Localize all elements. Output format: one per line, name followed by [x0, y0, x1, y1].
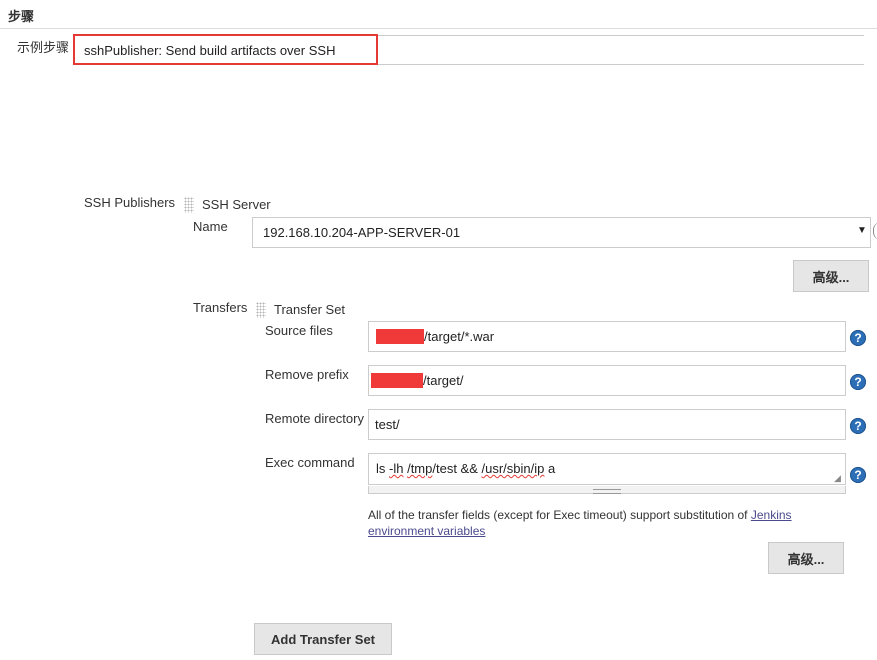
ssh-server-header: SSH Server — [202, 197, 271, 212]
cmd-part: a — [544, 461, 556, 476]
drag-handle-icon[interactable] — [256, 302, 266, 318]
cmd-part: /tmp — [407, 461, 433, 476]
ssh-publishers-label: SSH Publishers — [84, 195, 176, 210]
help-icon[interactable]: ? — [850, 374, 866, 390]
resize-corner-icon[interactable]: ◢ — [834, 473, 841, 484]
note-text: All of the transfer fields (except for E… — [368, 508, 751, 522]
redaction-block — [371, 373, 423, 388]
help-icon[interactable]: ? — [850, 418, 866, 434]
substitution-note: All of the transfer fields (except for E… — [368, 507, 828, 539]
remote-directory-label: Remote directory — [265, 411, 364, 426]
sample-step-value: sshPublisher: Send build artifacts over … — [84, 43, 336, 58]
transfers-label: Transfers — [193, 300, 248, 315]
remote-directory-value: test/ — [375, 417, 400, 432]
cmd-part: ls — [376, 461, 389, 476]
cmd-part: /usr/sbin/ip — [481, 461, 545, 476]
cmd-part: /test && — [432, 461, 482, 476]
cmd-part: -lh — [389, 461, 404, 476]
remove-prefix-value: /target/ — [423, 373, 464, 388]
remote-directory-input[interactable] — [368, 409, 846, 440]
dropdown-arrow-icon[interactable]: ▼ — [857, 225, 867, 236]
env-variables-link[interactable]: environment variables — [368, 524, 485, 538]
help-icon-clipped — [873, 222, 877, 240]
exec-command-value: ls -lh /tmp/test && /usr/sbin/ip a — [376, 461, 555, 476]
transfer-set-header: Transfer Set — [274, 302, 346, 317]
jenkins-link[interactable]: Jenkins — [751, 508, 792, 522]
add-transfer-set-button[interactable]: Add Transfer Set — [254, 623, 392, 655]
section-divider — [0, 28, 877, 29]
server-name-value: 192.168.10.204-APP-SERVER-01 — [263, 225, 461, 240]
sample-step-label: 示例步骤 — [17, 40, 70, 55]
source-files-label: Source files — [265, 323, 333, 338]
name-label: Name — [193, 219, 228, 234]
transfer-advanced-button[interactable]: 高级... — [768, 542, 844, 574]
server-advanced-button[interactable]: 高级... — [793, 260, 869, 292]
source-files-value: /target/*.war — [424, 329, 495, 344]
remove-prefix-label: Remove prefix — [265, 367, 349, 382]
help-icon[interactable]: ? — [850, 467, 866, 483]
redaction-block — [376, 329, 424, 344]
resize-grip-icon[interactable] — [593, 489, 621, 494]
drag-handle-icon[interactable] — [184, 197, 194, 213]
help-icon[interactable]: ? — [850, 330, 866, 346]
exec-command-label: Exec command — [265, 455, 355, 470]
section-title: 步骤 — [8, 9, 35, 24]
